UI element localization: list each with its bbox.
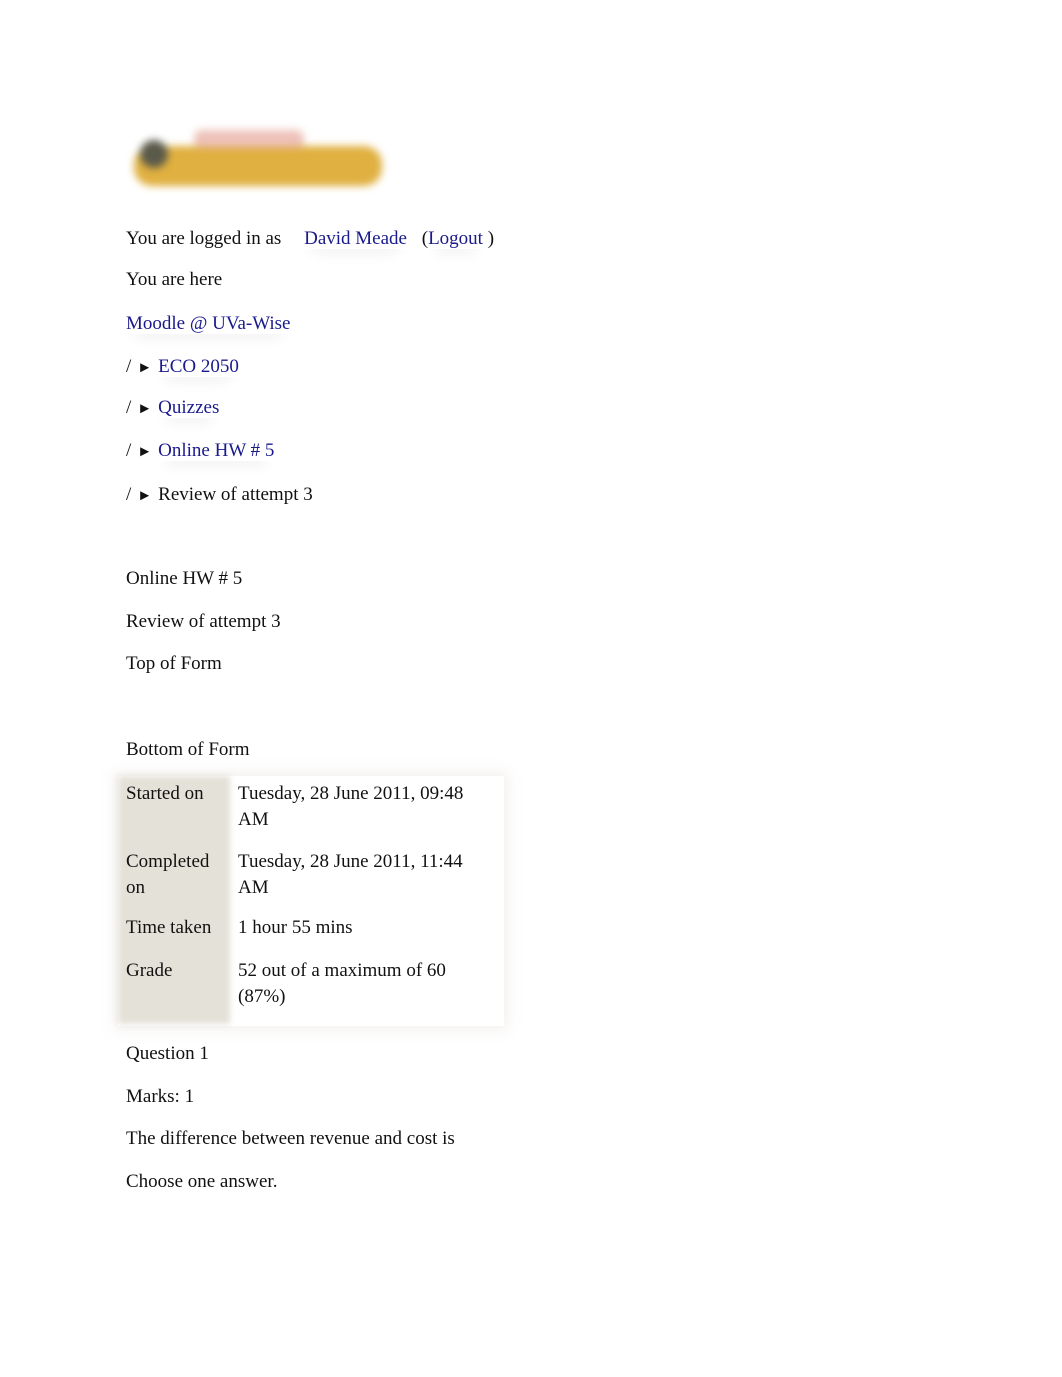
top-of-form-label: Top of Form: [126, 653, 222, 674]
arrow-right-icon: ►: [137, 488, 153, 504]
arrow-right-icon: ►: [137, 444, 153, 460]
summary-value: Tuesday, 28 June 2011, 11:44 AM: [238, 851, 463, 898]
breadcrumb-item: / ► ECO 2050: [126, 355, 239, 380]
arrow-right-icon: ►: [137, 360, 153, 376]
summary-label: Time taken: [126, 917, 212, 938]
summary-label: Grade: [126, 960, 173, 981]
bottom-of-form-label: Bottom of Form: [126, 739, 250, 760]
logo-tagline: [194, 130, 304, 148]
attempt-title: Review of attempt 3: [126, 611, 281, 632]
breadcrumb-separator: /: [126, 484, 132, 505]
arrow-right-icon: ►: [137, 401, 153, 417]
breadcrumb-separator: /: [126, 356, 132, 377]
question-number: Question 1: [126, 1043, 209, 1064]
logout-link[interactable]: Logout: [428, 228, 483, 249]
breadcrumb-link-quiz[interactable]: Online HW # 5: [158, 440, 274, 461]
summary-value: Tuesday, 28 June 2011, 09:48 AM: [238, 783, 464, 830]
breadcrumb-link-quizzes[interactable]: Quizzes: [158, 397, 219, 418]
logout-close-paren: ): [487, 228, 495, 249]
logo-cap-icon: [140, 140, 168, 168]
logo-wordmark: [134, 146, 382, 186]
you-are-here-label: You are here: [126, 269, 223, 290]
summary-label: Completed on: [126, 851, 210, 898]
breadcrumb-separator: /: [126, 397, 132, 418]
breadcrumb-item: / ► Review of attempt 3: [126, 483, 313, 508]
breadcrumb-link-course[interactable]: ECO 2050: [158, 356, 239, 377]
user-name-link[interactable]: David Meade: [304, 228, 407, 249]
summary-label: Started on: [126, 783, 204, 804]
moodle-logo[interactable]: [124, 118, 388, 194]
attempt-summary-table: Started on Tuesday, 28 June 2011, 09:48 …: [118, 776, 504, 1026]
question-text: The difference between revenue and cost …: [126, 1128, 455, 1149]
summary-value: 1 hour 55 mins: [238, 917, 353, 938]
login-info: You are logged in as David Meade (Logout…: [126, 227, 494, 251]
summary-value: 52 out of a maximum of 60 (87%): [238, 960, 446, 1007]
question-instruction: Choose one answer.: [126, 1171, 278, 1192]
breadcrumb-home-link[interactable]: Moodle @ UVa-Wise: [126, 313, 290, 334]
breadcrumb-separator: /: [126, 440, 132, 461]
question-marks: Marks: 1: [126, 1086, 195, 1107]
breadcrumb-item: / ► Online HW # 5: [126, 439, 274, 464]
quiz-title: Online HW # 5: [126, 568, 243, 589]
breadcrumb-current: Review of attempt 3: [158, 484, 313, 505]
logged-in-label: You are logged in as: [126, 228, 282, 249]
breadcrumb-item: / ► Quizzes: [126, 396, 219, 421]
